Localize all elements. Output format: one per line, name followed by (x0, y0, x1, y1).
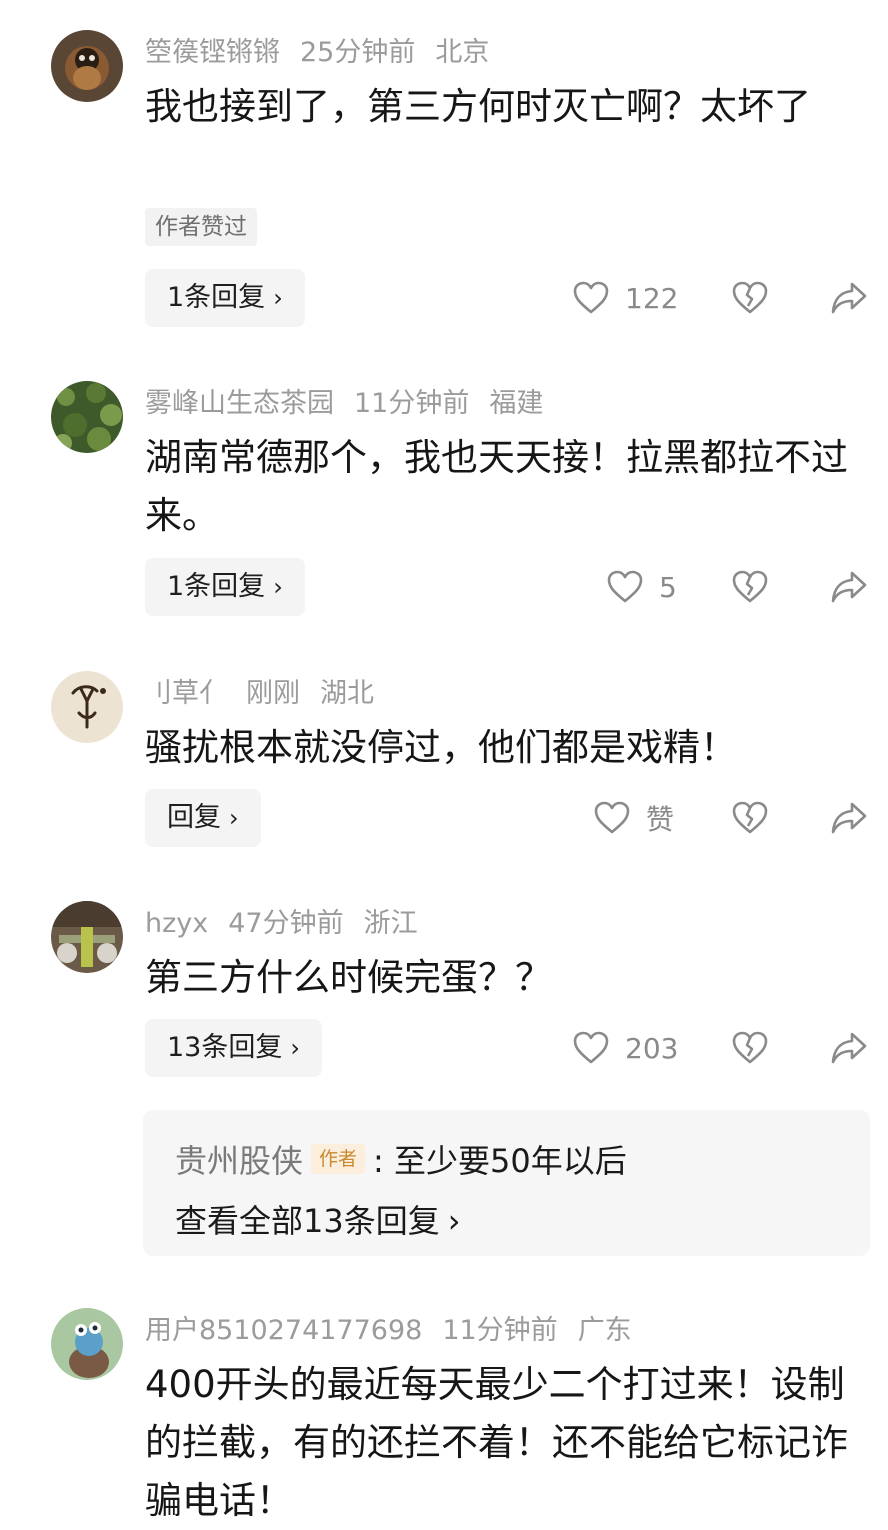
dislike-button[interactable] (732, 789, 768, 847)
author-liked-badge: 作者赞过 (145, 208, 257, 246)
location: 北京 (435, 37, 490, 68)
share-button[interactable] (830, 789, 868, 847)
broken-heart-icon (732, 801, 768, 835)
view-replies-button[interactable]: 1条回复 › (145, 269, 305, 327)
comment-list: 箜篌铿锵锵 25分钟前 北京 我也接到了，第三方何时灭亡啊？太坏了 作者赞过 1条回… (0, 0, 888, 1522)
like-count: 203 (625, 1031, 679, 1065)
avatar-image (51, 671, 123, 743)
share-arrow-icon (830, 801, 868, 835)
timestamp: 刚刚 (246, 678, 300, 709)
broken-heart-icon (732, 281, 768, 315)
share-button[interactable] (830, 269, 868, 327)
timestamp: 47分钟前 (228, 908, 344, 939)
chevron-right-icon: › (273, 573, 283, 601)
username[interactable]: 箜篌铿锵锵 (145, 37, 280, 68)
view-replies-button[interactable]: 1条回复 › (145, 558, 305, 616)
author-tag-badge: 作者 (311, 1144, 366, 1174)
comment-text: 骚扰根本就没停过，他们都是戏精！ (145, 726, 737, 769)
broken-heart-icon (732, 1031, 768, 1065)
share-button[interactable] (830, 1019, 868, 1077)
sub-reply-author[interactable]: 贵州股侠 (175, 1136, 303, 1182)
share-arrow-icon (830, 281, 868, 315)
broken-heart-icon (732, 570, 768, 604)
reply-button[interactable]: 回复 › (145, 789, 261, 847)
comment-text: 湖南常德那个，我也天天接！拉黑都拉不过来。 (145, 436, 848, 537)
comment-text: 第三方什么时候完蛋？？ (145, 956, 552, 999)
heart-outline-icon (573, 1031, 609, 1065)
avatar-image (51, 381, 123, 453)
dislike-button[interactable] (732, 1019, 768, 1077)
location: 湖北 (320, 678, 374, 709)
username[interactable]: hzyx (145, 908, 208, 939)
chevron-right-icon: › (229, 804, 239, 832)
avatar[interactable] (51, 30, 123, 102)
username[interactable]: 雾峰山生态茶园 (145, 388, 334, 419)
share-arrow-icon (830, 570, 868, 604)
sub-reply-preview[interactable]: 贵州股侠 作者 : 至少要50年以后 查看全部13条回复 › (143, 1110, 870, 1256)
like-count: 赞 (646, 803, 675, 836)
dislike-button[interactable] (732, 558, 768, 616)
like-count: 5 (659, 570, 677, 604)
reply-label: 回复 (167, 802, 221, 833)
avatar[interactable] (51, 1308, 123, 1380)
location: 广东 (577, 1315, 632, 1346)
view-replies-label: 1条回复 (167, 282, 266, 313)
location: 福建 (489, 388, 544, 419)
view-all-replies-label: 查看全部13条回复 (175, 1202, 440, 1240)
comment-meta: 刂草亻 刚刚 湖北 (145, 671, 394, 710)
share-arrow-icon (830, 1031, 868, 1065)
like-button[interactable]: 122 (573, 269, 678, 327)
timestamp: 25分钟前 (300, 37, 416, 68)
like-button[interactable]: 5 (607, 558, 677, 616)
view-replies-label: 1条回复 (167, 571, 266, 602)
chevron-right-icon: › (273, 284, 283, 312)
heart-outline-icon (573, 281, 609, 315)
timestamp: 11分钟前 (354, 388, 470, 419)
username[interactable]: 用户8510274177698 (145, 1315, 422, 1346)
comment-meta: hzyx 47分钟前 浙江 (145, 901, 438, 940)
view-replies-button[interactable]: 13条回复 › (145, 1019, 322, 1077)
comment-text: 400开头的最近每天最少二个打过来！设制的拦截，有的还拦不着！还不能给它标记诈骗… (145, 1363, 848, 1522)
location: 浙江 (363, 908, 418, 939)
share-button[interactable] (830, 558, 868, 616)
dislike-button[interactable] (732, 269, 768, 327)
heart-outline-icon (607, 570, 643, 604)
avatar-image (51, 30, 123, 102)
like-count: 122 (625, 281, 679, 315)
comment-meta: 用户8510274177698 11分钟前 广东 (145, 1308, 652, 1347)
timestamp: 11分钟前 (442, 1315, 558, 1346)
comment-meta: 箜篌铿锵锵 25分钟前 北京 (145, 30, 509, 69)
comment-meta: 雾峰山生态茶园 11分钟前 福建 (145, 381, 563, 420)
like-button[interactable]: 203 (573, 1019, 678, 1077)
chevron-right-icon: › (290, 1034, 300, 1062)
avatar-image (51, 901, 123, 973)
chevron-right-icon: › (447, 1202, 461, 1240)
avatar-image (51, 1308, 123, 1380)
view-all-replies-link[interactable]: 查看全部13条回复 › (175, 1196, 461, 1242)
like-button[interactable]: 赞 (594, 789, 674, 847)
view-replies-label: 13条回复 (167, 1032, 283, 1063)
heart-outline-icon (594, 801, 630, 835)
avatar[interactable] (51, 671, 123, 743)
avatar[interactable] (51, 381, 123, 453)
username[interactable]: 刂草亻 (145, 678, 226, 709)
sub-reply-line: 贵州股侠 作者 : 至少要50年以后 (175, 1136, 627, 1182)
avatar[interactable] (51, 901, 123, 973)
sub-reply-text: : 至少要50年以后 (373, 1142, 627, 1180)
comment-text: 我也接到了，第三方何时灭亡啊？太坏了 (145, 85, 811, 128)
